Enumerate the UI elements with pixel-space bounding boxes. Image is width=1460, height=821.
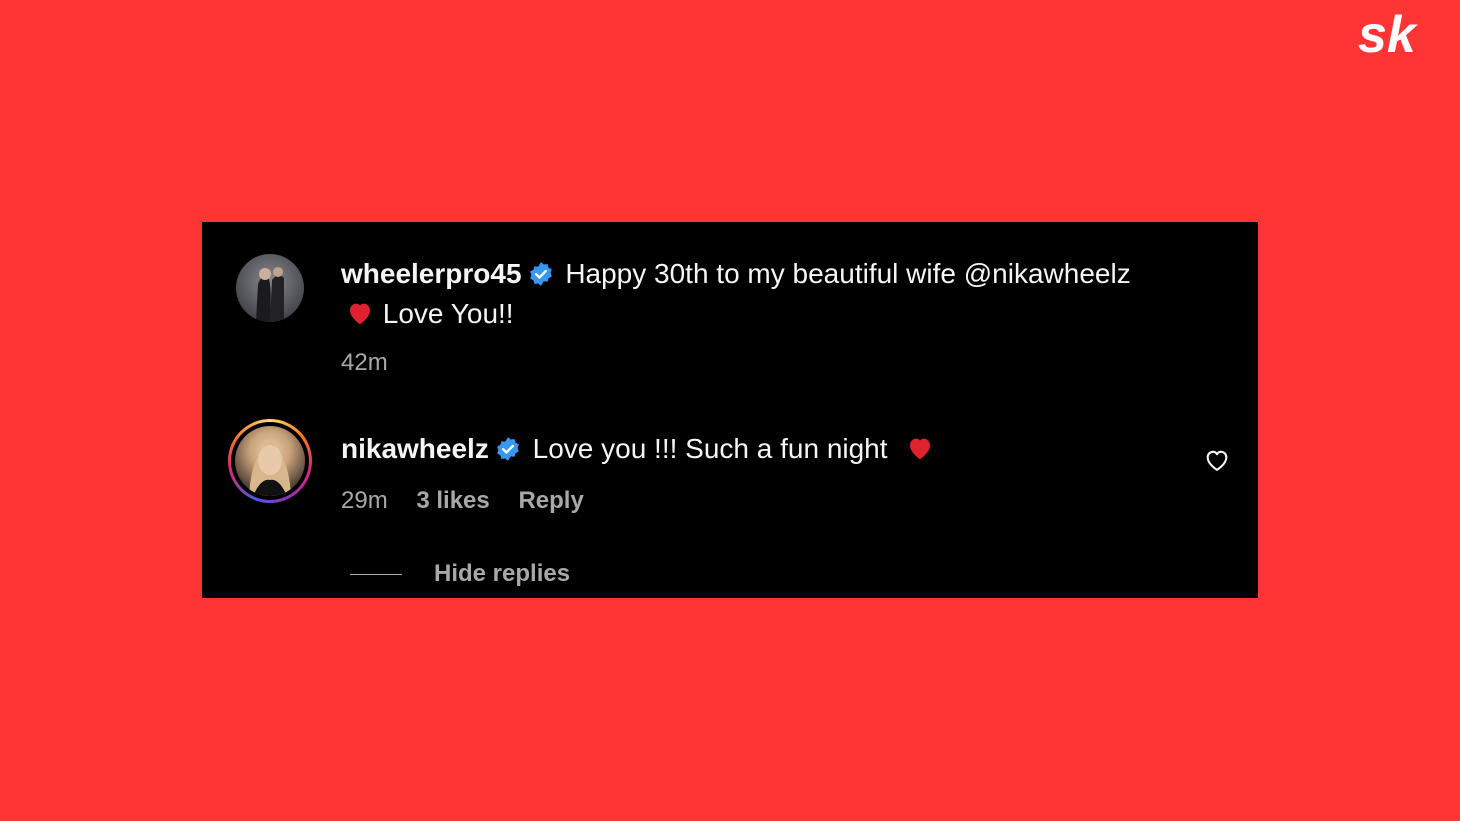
- comment-2-username[interactable]: nikawheelz: [341, 433, 489, 464]
- red-heart-emoji: [910, 438, 931, 460]
- story-ring[interactable]: [228, 419, 312, 503]
- comment-1-text: Happy 30th to my beautiful wife @nikawhe…: [565, 258, 1131, 289]
- sportskeeda-logo: sk: [1358, 6, 1419, 64]
- heart-outline-icon[interactable]: [1202, 446, 1232, 474]
- comment-2-time: 29m: [341, 487, 388, 514]
- hide-replies-button[interactable]: Hide replies: [350, 560, 570, 588]
- reply-button[interactable]: Reply: [518, 487, 583, 514]
- instagram-comment-card: wheelerpro45 Happy 30th to my beautiful …: [202, 222, 1258, 598]
- comment-2-meta: 29m 3 likes Reply: [341, 487, 606, 515]
- avatar-wheelerpro45[interactable]: [236, 254, 304, 322]
- verified-badge-icon: [497, 437, 519, 461]
- avatar-nikawheelz: [235, 426, 305, 496]
- verified-badge-icon: [529, 262, 552, 286]
- comment-2-line: nikawheelz Love you !!! Such a fun night: [341, 429, 935, 469]
- comment-1-username[interactable]: wheelerpro45: [341, 258, 522, 289]
- comment-2-likes[interactable]: 3 likes: [416, 487, 489, 514]
- replies-divider: [350, 574, 402, 576]
- logo-text: sk: [1358, 6, 1419, 64]
- comment-2-text: Love you !!! Such a fun night: [532, 433, 888, 464]
- comment-1-meta: 42m: [341, 349, 410, 377]
- comment-1-text-line2: Love You!!: [382, 298, 514, 329]
- comment-1-line1: wheelerpro45 Happy 30th to my beautiful …: [341, 254, 1131, 294]
- hide-replies-label: Hide replies: [434, 560, 571, 587]
- comment-1-line2: Love You!!: [345, 294, 514, 334]
- red-heart-emoji: [350, 303, 370, 325]
- comment-1-time: 42m: [341, 349, 388, 376]
